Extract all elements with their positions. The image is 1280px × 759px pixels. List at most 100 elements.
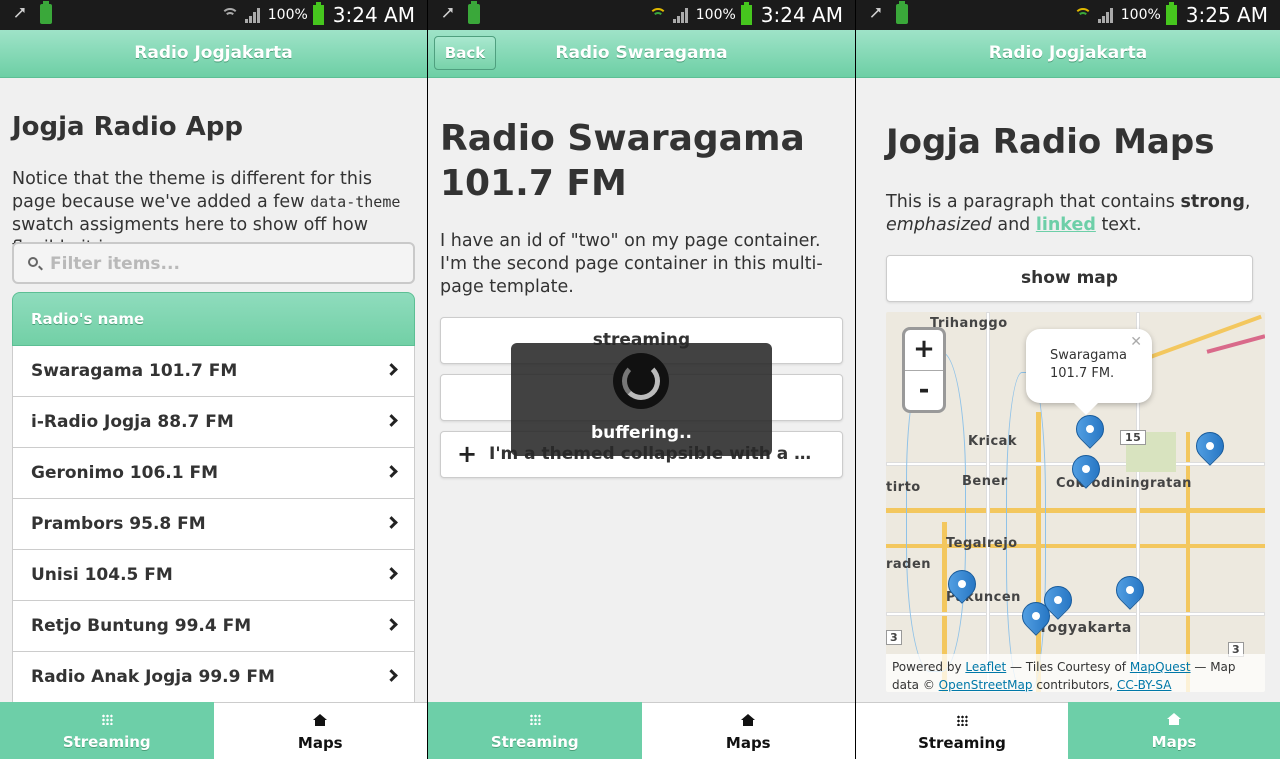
map-label: 3 bbox=[886, 630, 903, 645]
grid-icon bbox=[529, 714, 541, 725]
nav-maps-label: Maps bbox=[297, 734, 343, 752]
chevron-right-icon bbox=[385, 363, 398, 376]
wifi-icon bbox=[220, 6, 240, 24]
list-header: Radio's name bbox=[12, 292, 415, 346]
attribution-text: — Tiles Courtesy of bbox=[1006, 660, 1130, 674]
grid-icon bbox=[956, 715, 968, 726]
chevron-right-icon bbox=[385, 618, 398, 631]
map-label: Kricak bbox=[968, 434, 1018, 449]
map-attribution: Powered by Leaflet — Tiles Courtesy of M… bbox=[886, 654, 1265, 692]
maps-paragraph: This is a paragraph that contains strong… bbox=[886, 191, 1266, 237]
intro-code: data-theme bbox=[310, 193, 401, 211]
leaflet-link[interactable]: Leaflet bbox=[965, 660, 1006, 674]
battery-percent: 100% bbox=[695, 7, 736, 23]
chevron-right-icon bbox=[385, 465, 398, 478]
nav-streaming[interactable]: Streaming bbox=[856, 702, 1068, 759]
list-item-label: Geronimo 106.1 FM bbox=[31, 463, 219, 483]
sd-icon bbox=[467, 1, 480, 24]
spinner-icon bbox=[613, 353, 669, 409]
home-icon bbox=[1167, 713, 1181, 726]
maps-text-comma: , bbox=[1244, 192, 1251, 212]
signal-icon bbox=[244, 7, 263, 23]
map-river bbox=[1006, 372, 1046, 692]
list-item-label: i-Radio Jogja 88.7 FM bbox=[31, 412, 234, 432]
emphasized-text: emphasized bbox=[886, 215, 992, 235]
sd-icon bbox=[895, 1, 908, 24]
list-item[interactable]: Unisi 104.5 FM bbox=[12, 550, 415, 601]
header: Radio Jogjakarta bbox=[856, 30, 1280, 78]
filter-input[interactable]: Filter items... bbox=[12, 242, 415, 284]
screen-radio-detail: ⭧ 100% 3:24 AM Back Radio Swaragama Radi… bbox=[428, 0, 855, 759]
zoom-out-button[interactable]: - bbox=[905, 370, 943, 410]
wifi-icon bbox=[1073, 6, 1093, 24]
map-marker-icon[interactable] bbox=[1070, 409, 1110, 449]
header-title: Radio Jogjakarta bbox=[988, 43, 1148, 63]
back-button[interactable]: Back bbox=[434, 36, 496, 70]
battery-icon bbox=[312, 2, 324, 25]
header: Radio Jogjakarta bbox=[0, 30, 427, 78]
home-icon bbox=[741, 714, 756, 727]
usb-icon: ⭧ bbox=[870, 3, 882, 24]
strong-text: strong bbox=[1180, 192, 1245, 212]
page-title: Jogja Radio App bbox=[12, 112, 244, 142]
chevron-right-icon bbox=[385, 669, 398, 682]
clock: 3:24 AM bbox=[332, 3, 415, 27]
battery-icon bbox=[1165, 2, 1177, 25]
list-item[interactable]: Prambors 95.8 FM bbox=[12, 499, 415, 550]
attribution-text: contributors, bbox=[1032, 678, 1117, 692]
screen-radio-list: ⭧ 100% 3:24 AM Radio Jogjakarta Jogja Ra… bbox=[0, 0, 427, 759]
page-content: Jogja Radio Maps bbox=[886, 122, 1268, 162]
zoom-control: + - bbox=[902, 327, 946, 413]
list-item[interactable]: i-Radio Jogja 88.7 FM bbox=[12, 397, 415, 448]
nav-maps-label: Maps bbox=[725, 734, 771, 752]
page-title: Radio Swaragama 101.7 FM bbox=[440, 116, 843, 206]
map-popup: ✕ Swaragama 101.7 FM. bbox=[1026, 329, 1152, 415]
map-railway bbox=[1206, 334, 1265, 354]
nav-maps[interactable]: Maps bbox=[213, 702, 427, 759]
page-title-line1: Radio Swaragama bbox=[440, 118, 805, 159]
maps-text-and: and bbox=[991, 215, 1036, 235]
usb-icon: ⭧ bbox=[442, 3, 454, 24]
zoom-in-button[interactable]: + bbox=[905, 330, 943, 370]
loading-overlay: buffering.. bbox=[511, 343, 772, 456]
list-item[interactable]: Retjo Buntung 99.4 FM bbox=[12, 601, 415, 652]
radio-list: Radio's name Swaragama 101.7 FM i-Radio … bbox=[12, 292, 415, 703]
filter-placeholder: Filter items... bbox=[50, 254, 180, 274]
clock: 3:25 AM bbox=[1185, 3, 1268, 27]
page-content: Jogja Radio App bbox=[12, 112, 415, 142]
map-label: Bener bbox=[962, 474, 1008, 489]
bottom-navbar: Streaming Maps bbox=[856, 702, 1280, 759]
list-item-label: Retjo Buntung 99.4 FM bbox=[31, 616, 252, 636]
signal-icon bbox=[672, 7, 691, 23]
header: Back Radio Swaragama bbox=[428, 30, 855, 78]
nav-maps-label: Maps bbox=[1151, 733, 1197, 751]
map-label: raden bbox=[886, 557, 932, 572]
usb-icon: ⭧ bbox=[14, 3, 26, 24]
page-title-line2: 101.7 FM bbox=[440, 163, 627, 204]
close-icon[interactable]: ✕ bbox=[1130, 333, 1142, 351]
show-map-button[interactable]: show map bbox=[886, 255, 1253, 302]
battery-icon bbox=[740, 2, 752, 25]
list-item-label: Unisi 104.5 FM bbox=[31, 565, 173, 585]
osm-link[interactable]: OpenStreetMap bbox=[939, 678, 1033, 692]
map-marker-icon[interactable] bbox=[1190, 426, 1230, 466]
nav-streaming[interactable]: Streaming bbox=[0, 702, 214, 759]
mapquest-link[interactable]: MapQuest bbox=[1130, 660, 1191, 674]
map-road bbox=[1186, 432, 1190, 692]
battery-percent: 100% bbox=[1120, 7, 1161, 23]
list-item[interactable]: Swaragama 101.7 FM bbox=[12, 346, 415, 397]
list-item[interactable]: Geronimo 106.1 FM bbox=[12, 448, 415, 499]
license-link[interactable]: CC-BY-SA bbox=[1117, 678, 1172, 692]
list-item-label: Prambors 95.8 FM bbox=[31, 514, 206, 534]
nav-maps[interactable]: Maps bbox=[641, 702, 855, 759]
status-bar: ⭧ 100% 3:25 AM bbox=[856, 0, 1280, 30]
map-marker-icon[interactable] bbox=[1110, 570, 1150, 610]
nav-streaming[interactable]: Streaming bbox=[428, 702, 642, 759]
map[interactable]: Trihanggo Kricak Bener Cokrodiningratan … bbox=[886, 312, 1265, 692]
detail-paragraph: I have an id of "two" on my page contain… bbox=[440, 231, 823, 297]
status-bar: ⭧ 100% 3:24 AM bbox=[428, 0, 855, 30]
nav-maps[interactable]: Maps bbox=[1068, 702, 1280, 759]
linked-text[interactable]: linked bbox=[1036, 215, 1096, 235]
list-item[interactable]: Radio Anak Jogja 99.9 FM bbox=[12, 652, 415, 703]
header-title: Radio Jogjakarta bbox=[134, 43, 293, 63]
